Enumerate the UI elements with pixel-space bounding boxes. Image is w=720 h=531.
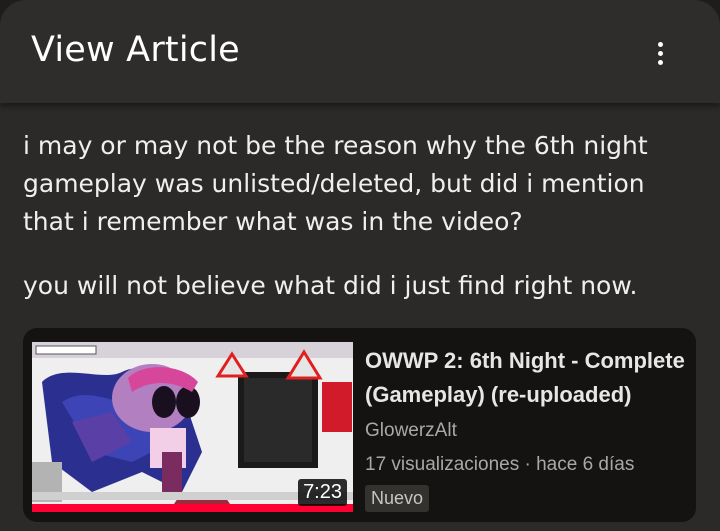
video-meta: 17 visualizaciones · hace 6 días [365, 454, 634, 476]
new-badge: Nuevo [365, 485, 430, 512]
page-title: View Article [31, 30, 240, 70]
video-title[interactable]: OWWP 2: 6th Night - Complete (Gameplay) … [365, 344, 690, 412]
video-thumbnail[interactable]: 7:23 [32, 342, 353, 512]
menu-dot [657, 59, 663, 65]
menu-dot [657, 41, 663, 47]
channel-name[interactable]: GlowerzAlt [365, 420, 457, 442]
video-card[interactable]: 7:23 OWWP 2: 6th Night - Complete (Gamep… [23, 328, 696, 522]
article-paragraph: i may or may not be the reason why the 6… [23, 131, 648, 236]
article-sheet: View Article i may or may not be the rea… [0, 0, 720, 531]
app-bar: View Article [0, 0, 720, 103]
article-paragraph: you will not believe what did i just fin… [23, 271, 638, 300]
video-duration: 7:23 [298, 479, 347, 506]
upload-age: hace 6 días [536, 454, 635, 475]
meta-separator: · [524, 454, 531, 475]
menu-dot [657, 50, 663, 56]
view-count: 17 visualizaciones [365, 454, 520, 475]
more-options-icon[interactable] [644, 36, 676, 70]
